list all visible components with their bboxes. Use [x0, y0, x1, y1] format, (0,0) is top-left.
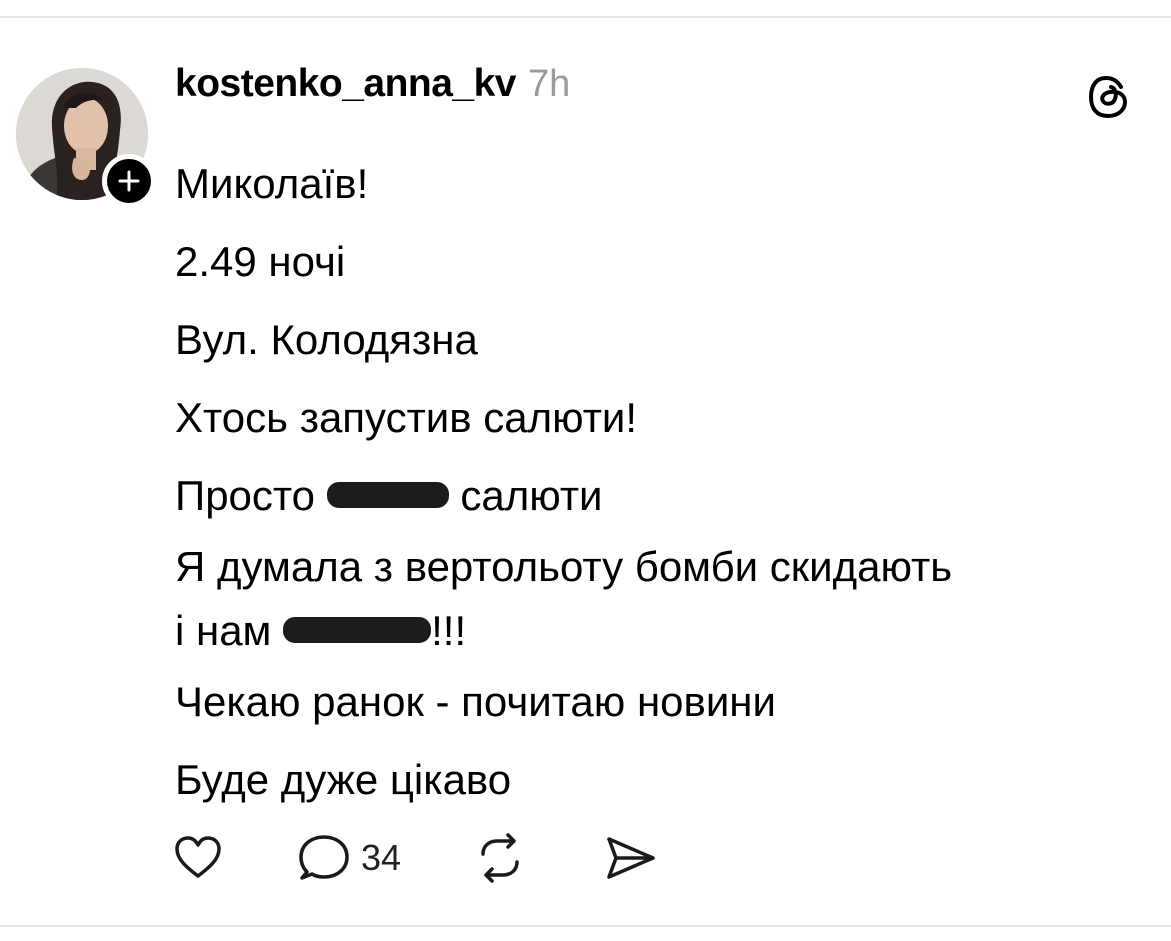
post-line: Чекаю ранок - почитаю новини	[175, 678, 776, 725]
redaction-mark	[283, 616, 432, 643]
post-time: 7h	[528, 63, 571, 105]
post-line: Вул. Колодязна	[175, 316, 478, 363]
repost-icon	[481, 833, 519, 883]
post-line: Буде дуже цікаво	[175, 756, 512, 803]
threads-logo-icon[interactable]	[1085, 72, 1135, 122]
username[interactable]: kostenko_anna_kv	[175, 62, 517, 106]
post-line: Я думала з вертольоту бомби скидають	[175, 543, 953, 590]
top-divider	[0, 16, 1171, 18]
post-line: і нам !!!	[175, 607, 467, 654]
reply-button[interactable]: 34	[297, 832, 401, 884]
post-header: kostenko_anna_kv 7h	[175, 62, 570, 122]
share-button[interactable]	[604, 833, 658, 883]
post-line: Миколаїв!	[175, 160, 369, 207]
post-line: Хтось запустив салюти!	[175, 394, 638, 441]
heart-icon	[175, 836, 221, 878]
post-actions: 34	[172, 828, 658, 888]
follow-button[interactable]	[102, 154, 156, 208]
send-icon	[607, 837, 655, 879]
bottom-divider	[0, 925, 1171, 927]
repost-button[interactable]	[474, 832, 526, 884]
like-button[interactable]	[172, 832, 224, 884]
post-body: Миколаїв! 2.49 ночі Вул. Колодязна Хтось…	[175, 145, 1155, 819]
comment-icon	[299, 835, 349, 880]
redaction-mark	[326, 481, 449, 508]
post-line: 2.49 ночі	[175, 238, 346, 285]
plus-icon	[118, 170, 140, 192]
reply-count: 34	[361, 837, 402, 878]
post-line: Просто салюти	[175, 472, 603, 519]
